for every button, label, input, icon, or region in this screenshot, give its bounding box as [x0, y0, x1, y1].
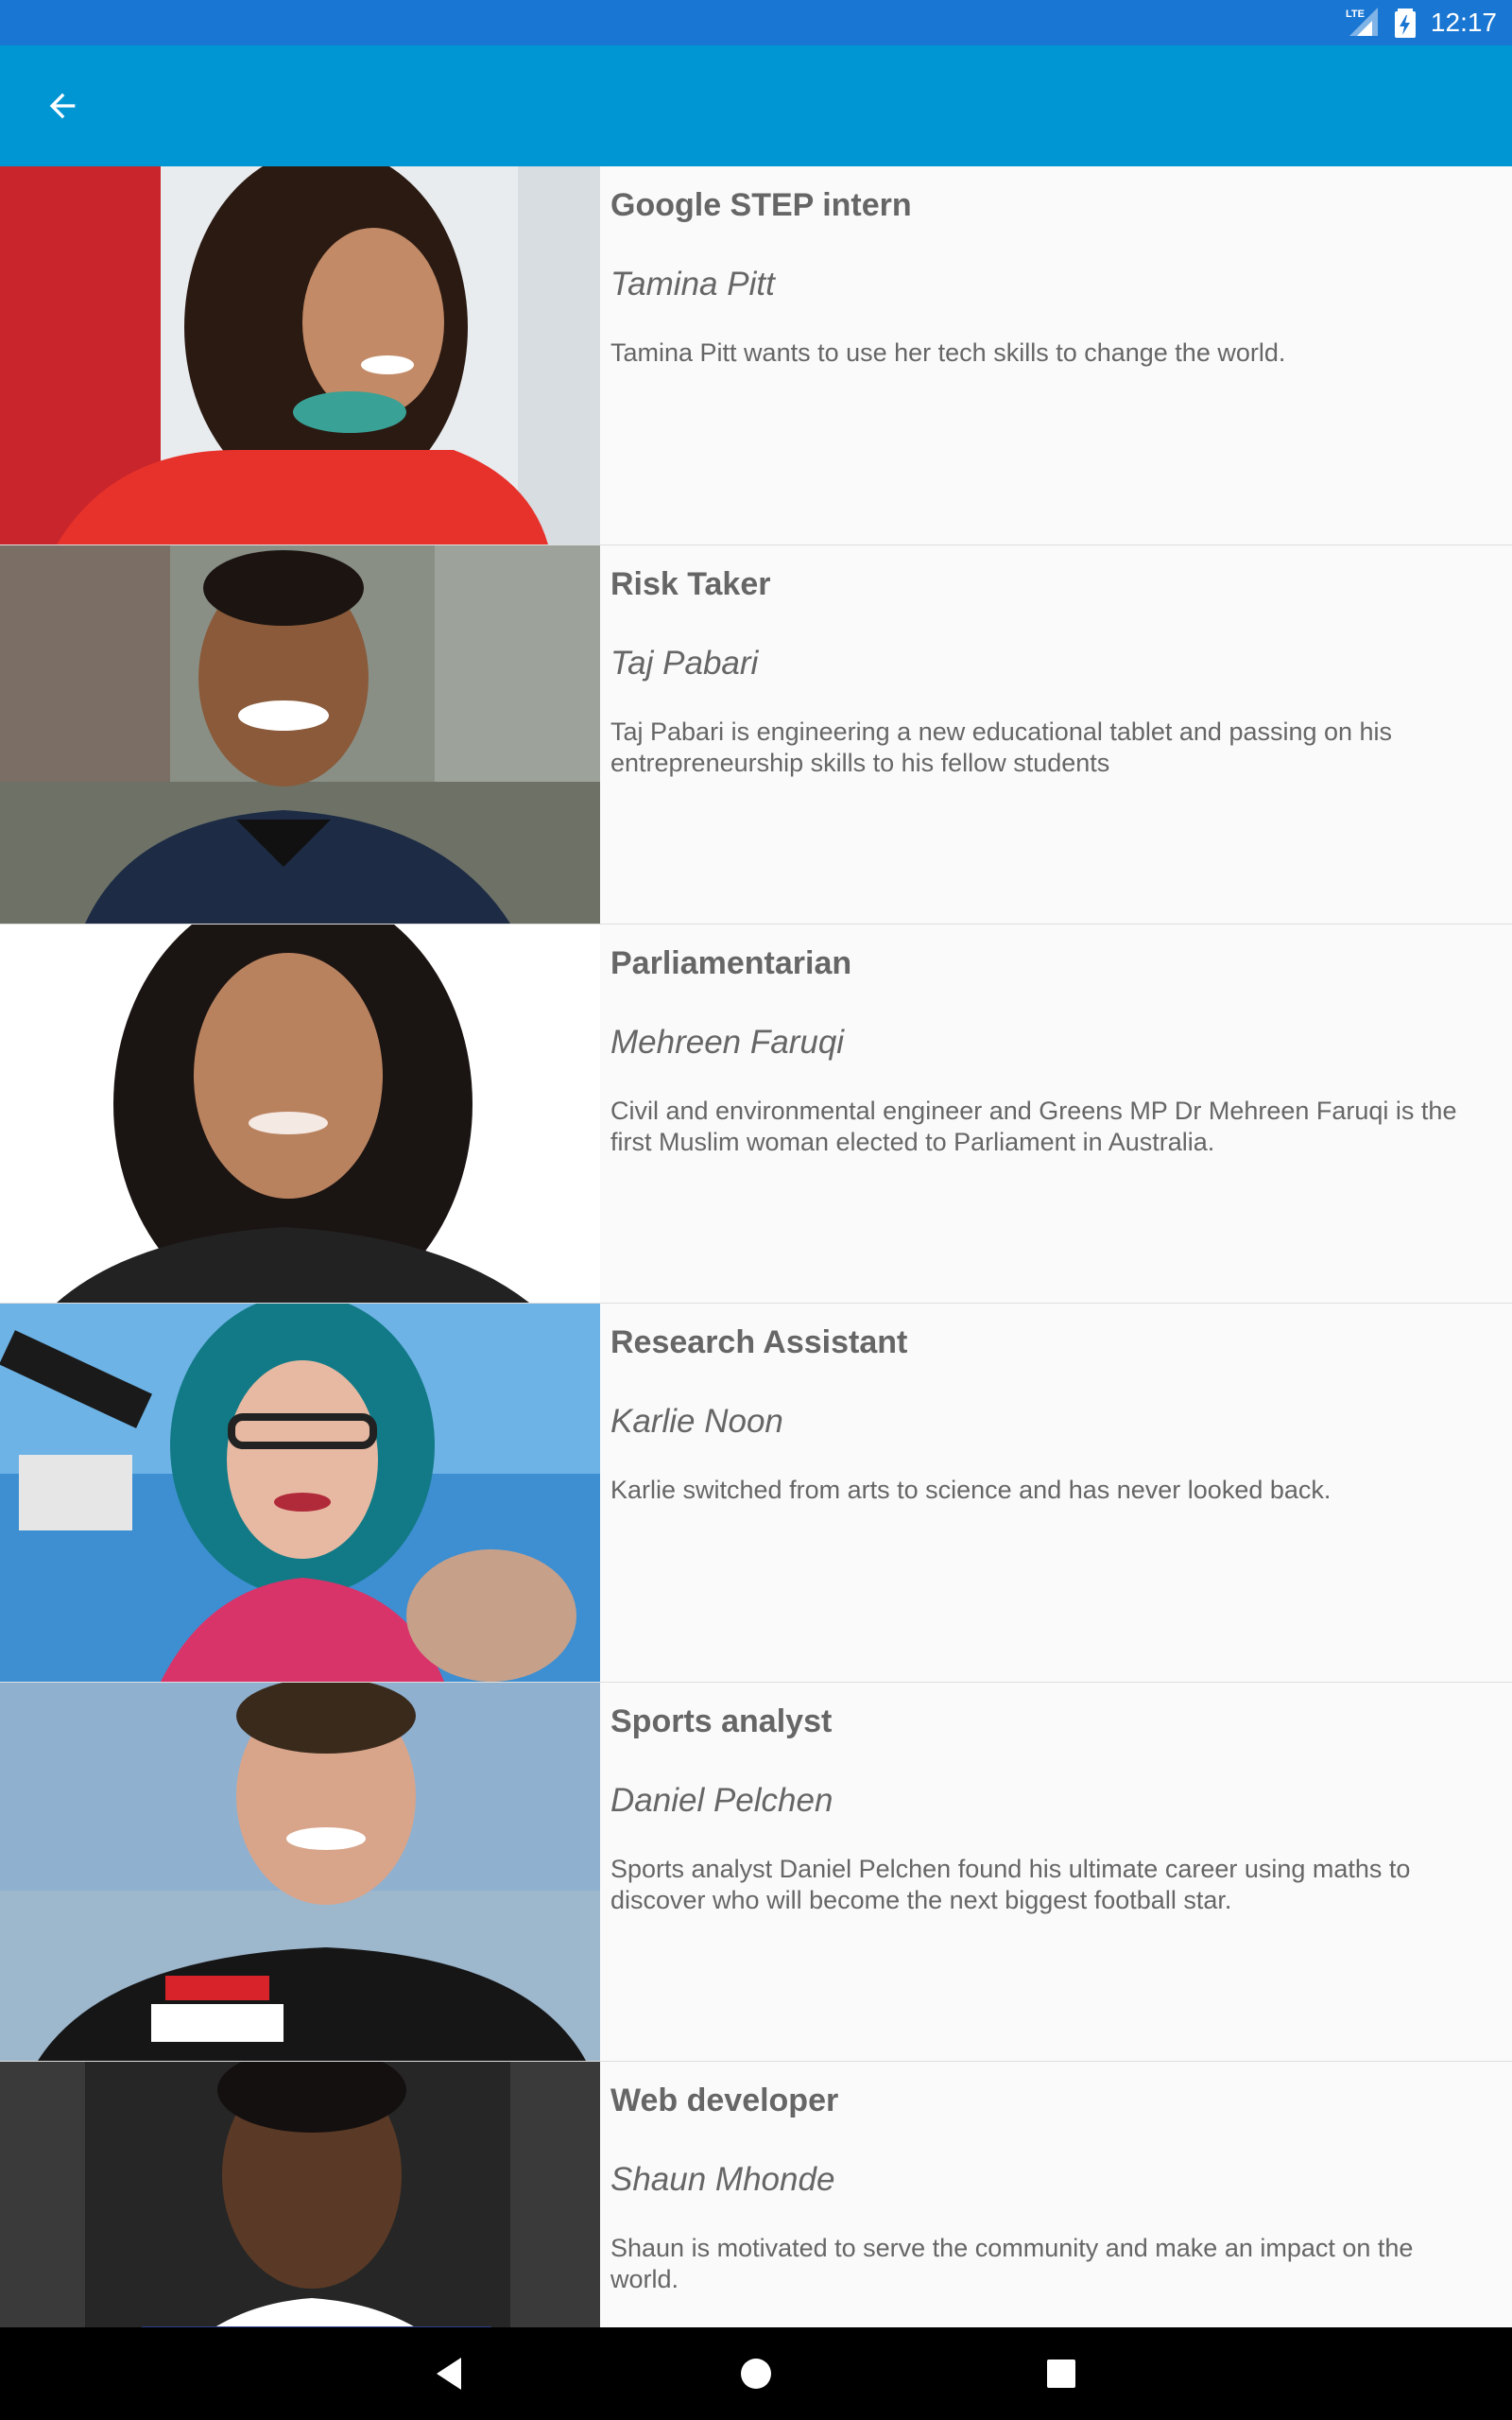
profile-photo	[0, 2062, 600, 2327]
profile-list[interactable]: Google STEP intern Tamina Pitt Tamina Pi…	[0, 166, 1512, 2327]
profile-description: Shaun is motivated to serve the communit…	[610, 2234, 1414, 2293]
profile-photo	[0, 925, 600, 1303]
profile-role: Risk Taker	[610, 566, 771, 602]
back-button[interactable]	[34, 78, 91, 134]
status-time: 12:17	[1430, 8, 1497, 37]
profile-photo	[0, 1304, 600, 1682]
profile-card[interactable]: Google STEP intern Tamina Pitt Tamina Pi…	[0, 166, 1512, 545]
lte-signal-icon: LTE	[1346, 8, 1378, 36]
profile-description: Karlie switched from arts to science and…	[610, 1476, 1332, 1504]
nav-recents-button[interactable]	[1036, 2348, 1087, 2399]
profile-card[interactable]: Research Assistant Karlie Noon Karlie sw…	[0, 1304, 1512, 1683]
profile-role: Google STEP intern	[610, 187, 912, 223]
profile-name: Daniel Pelchen	[610, 1782, 833, 1819]
back-triangle-icon	[437, 2358, 461, 2390]
arrow-left-icon	[49, 93, 76, 119]
profile-photo	[0, 166, 600, 544]
profile-name: Taj Pabari	[610, 645, 759, 682]
profile-photo	[0, 545, 600, 924]
profile-name: Shaun Mhonde	[610, 2161, 835, 2198]
profile-card[interactable]: Sports analyst Daniel Pelchen Sports ana…	[0, 1683, 1512, 2062]
navigation-bar	[0, 2327, 1512, 2420]
app-bar	[0, 45, 1512, 166]
status-icons: LTE 12:17	[1344, 0, 1512, 45]
profile-description: Tamina Pitt wants to use her tech skills…	[610, 338, 1286, 367]
profile-name: Tamina Pitt	[610, 266, 775, 302]
home-circle-icon	[741, 2359, 771, 2389]
profile-role: Sports analyst	[610, 1703, 833, 1739]
profile-card[interactable]: Web developer Shaun Mhonde Shaun is moti…	[0, 2062, 1512, 2327]
profile-card[interactable]: Risk Taker Taj Pabari Taj Pabari is engi…	[0, 545, 1512, 925]
profile-text: Google STEP intern Tamina Pitt Tamina Pi…	[610, 166, 1484, 369]
profile-text: Parliamentarian Mehreen Faruqi Civil and…	[610, 925, 1484, 1158]
profile-card[interactable]: Parliamentarian Mehreen Faruqi Civil and…	[0, 925, 1512, 1304]
nav-back-button[interactable]	[423, 2348, 474, 2399]
profile-name: Mehreen Faruqi	[610, 1024, 845, 1061]
status-bar: LTE 12:17	[0, 0, 1512, 45]
profile-text: Web developer Shaun Mhonde Shaun is moti…	[610, 2062, 1484, 2295]
profile-role: Web developer	[610, 2083, 839, 2118]
profile-description: Sports analyst Daniel Pelchen found his …	[610, 1855, 1411, 1914]
recents-square-icon	[1047, 2360, 1075, 2388]
profile-description: Taj Pabari is engineering a new educatio…	[610, 717, 1393, 777]
profile-role: Research Assistant	[610, 1324, 908, 1360]
profile-role: Parliamentarian	[610, 945, 852, 981]
battery-charging-icon	[1394, 9, 1416, 38]
profile-name: Karlie Noon	[610, 1403, 783, 1440]
nav-home-button[interactable]	[730, 2348, 782, 2399]
profile-text: Risk Taker Taj Pabari Taj Pabari is engi…	[610, 545, 1484, 779]
profile-description: Civil and environmental engineer and Gre…	[610, 1097, 1457, 1156]
profile-photo	[0, 1683, 600, 2061]
profile-text: Sports analyst Daniel Pelchen Sports ana…	[610, 1683, 1484, 1916]
svg-text:LTE: LTE	[1346, 9, 1365, 20]
profile-text: Research Assistant Karlie Noon Karlie sw…	[610, 1304, 1484, 1506]
